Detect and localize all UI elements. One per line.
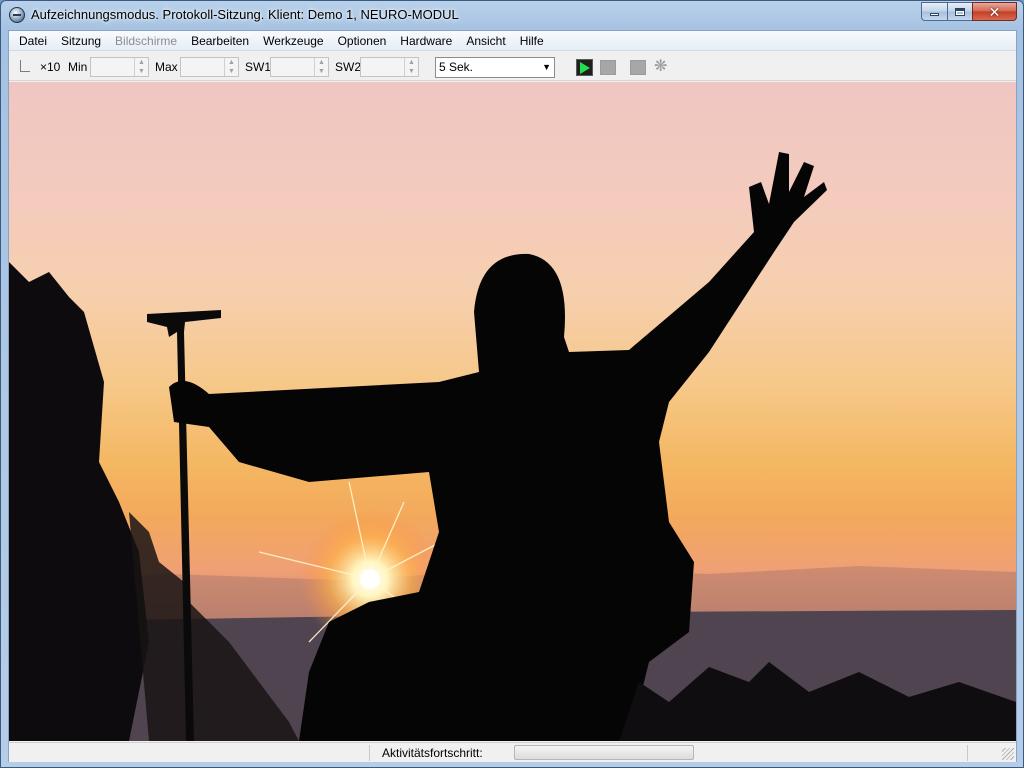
title-bar[interactable]: Aufzeichnungsmodus. Protokoll-Sitzung. K… bbox=[1, 1, 1023, 29]
spin-up-icon[interactable]: ▲ bbox=[135, 58, 148, 67]
app-window: Aufzeichnungsmodus. Protokoll-Sitzung. K… bbox=[0, 0, 1024, 768]
interval-value: 5 Sek. bbox=[439, 60, 474, 74]
chevron-down-icon: ▼ bbox=[542, 62, 551, 72]
close-icon: ✕ bbox=[988, 3, 1001, 20]
minimize-icon bbox=[930, 13, 939, 16]
pause-button[interactable] bbox=[630, 60, 646, 75]
close-button[interactable]: ✕ bbox=[972, 2, 1017, 21]
spin-up-icon[interactable]: ▲ bbox=[315, 58, 328, 67]
menu-werkzeuge[interactable]: Werkzeuge bbox=[256, 31, 330, 51]
interval-select[interactable]: 5 Sek. ▼ bbox=[435, 57, 555, 78]
menu-ansicht[interactable]: Ansicht bbox=[459, 31, 512, 51]
menu-sitzung[interactable]: Sitzung bbox=[54, 31, 108, 51]
sunset-silhouette-image bbox=[9, 152, 1016, 741]
menu-bar: Datei Sitzung Bildschirme Bearbeiten Wer… bbox=[9, 31, 1016, 51]
menu-optionen[interactable]: Optionen bbox=[331, 31, 394, 51]
spin-down-icon[interactable]: ▼ bbox=[135, 67, 148, 76]
axis-icon[interactable] bbox=[20, 60, 30, 72]
caption-buttons: ✕ bbox=[921, 2, 1017, 21]
spin-down-icon[interactable]: ▼ bbox=[225, 67, 238, 76]
stop-button[interactable] bbox=[600, 60, 616, 75]
maximize-icon bbox=[955, 7, 965, 16]
app-logo-icon[interactable] bbox=[9, 7, 25, 23]
play-button[interactable] bbox=[576, 59, 593, 76]
spin-up-icon[interactable]: ▲ bbox=[405, 58, 418, 67]
max-spinbox[interactable]: ▲ ▼ bbox=[180, 57, 239, 77]
sw2-spinbox[interactable]: ▲ ▼ bbox=[360, 57, 419, 77]
sw2-label: SW2 bbox=[335, 59, 362, 74]
min-label: Min bbox=[68, 59, 88, 74]
display-area[interactable] bbox=[9, 82, 1016, 741]
spin-down-icon[interactable]: ▼ bbox=[405, 67, 418, 76]
spin-down-icon[interactable]: ▼ bbox=[315, 67, 328, 76]
menu-bildschirme[interactable]: Bildschirme bbox=[108, 31, 184, 51]
min-spinbox[interactable]: ▲ ▼ bbox=[90, 57, 149, 77]
gear-icon[interactable]: ❋ bbox=[654, 58, 667, 76]
maximize-button[interactable] bbox=[947, 2, 972, 21]
minimize-button[interactable] bbox=[921, 2, 947, 21]
sw1-label: SW1 bbox=[245, 59, 272, 74]
client-area: Datei Sitzung Bildschirme Bearbeiten Wer… bbox=[8, 30, 1017, 762]
window-title: Aufzeichnungsmodus. Protokoll-Sitzung. K… bbox=[31, 7, 459, 22]
menu-datei[interactable]: Datei bbox=[12, 31, 54, 51]
spin-up-icon[interactable]: ▲ bbox=[225, 58, 238, 67]
sw1-spinbox[interactable]: ▲ ▼ bbox=[270, 57, 329, 77]
status-bar: Aktivitätsfortschritt: bbox=[9, 742, 1016, 762]
activity-progress-bar bbox=[514, 745, 694, 760]
menu-hilfe[interactable]: Hilfe bbox=[513, 31, 551, 51]
scale-toggle[interactable]: ×10 bbox=[40, 52, 60, 81]
max-label: Max bbox=[155, 59, 178, 74]
menu-bearbeiten[interactable]: Bearbeiten bbox=[184, 31, 256, 51]
progress-label: Aktivitätsfortschritt: bbox=[382, 746, 483, 760]
menu-hardware[interactable]: Hardware bbox=[393, 31, 459, 51]
resize-grip-icon[interactable] bbox=[1002, 748, 1014, 760]
toolbar: ×10 Min ▲ ▼ Max ▲ ▼ SW1 ▲ ▼ SW2 ▲ ▼ 5 Se… bbox=[9, 52, 1016, 81]
